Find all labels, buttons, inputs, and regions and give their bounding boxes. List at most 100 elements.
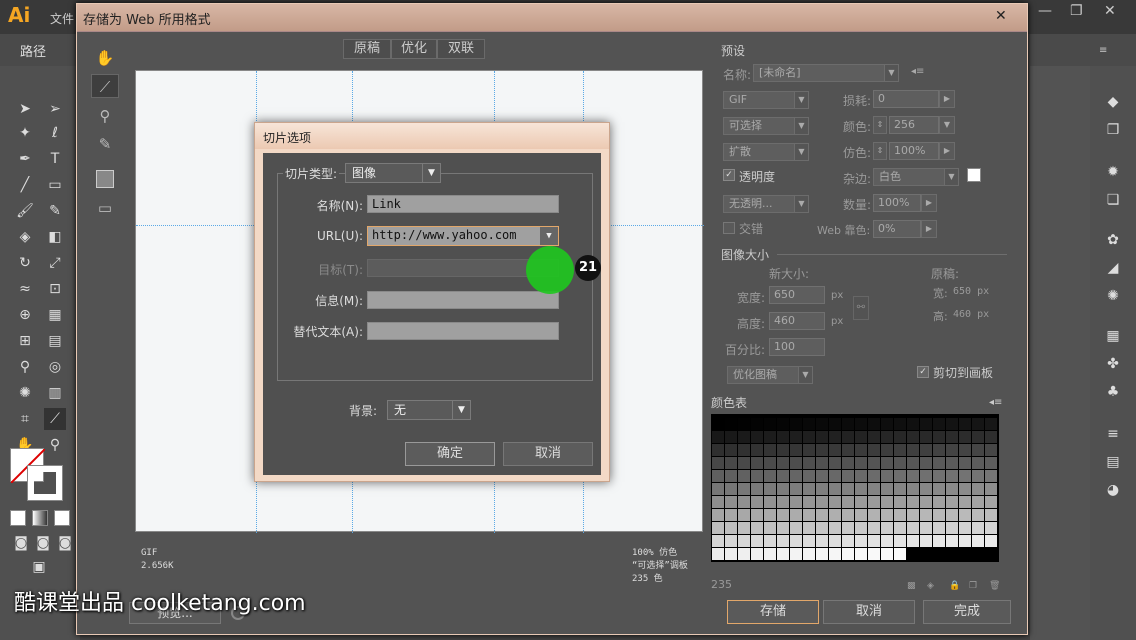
tab-optimized[interactable]: 优化	[391, 39, 437, 59]
color-swatch[interactable]	[920, 535, 932, 547]
color-swatch[interactable]	[907, 418, 919, 430]
color-swatch[interactable]	[972, 496, 984, 508]
graphic-styles-icon[interactable]: ❏	[1101, 192, 1125, 214]
color-swatch[interactable]	[738, 470, 750, 482]
color-swatch[interactable]	[946, 418, 958, 430]
menu-file[interactable]: 文件	[50, 10, 74, 27]
color-swatch[interactable]	[920, 457, 932, 469]
color-swatch[interactable]	[894, 548, 906, 560]
color-swatch[interactable]	[764, 483, 776, 495]
color-swatch[interactable]	[803, 457, 815, 469]
color-swatch[interactable]	[946, 496, 958, 508]
color-swatch[interactable]	[751, 418, 763, 430]
color-swatch[interactable]	[803, 418, 815, 430]
color-swatch[interactable]	[907, 444, 919, 456]
color-swatch[interactable]	[725, 444, 737, 456]
color-swatch[interactable]	[738, 444, 750, 456]
direct-selection-tool-icon[interactable]: ➢	[44, 98, 66, 120]
color-swatch[interactable]	[894, 483, 906, 495]
color-swatch[interactable]	[777, 457, 789, 469]
color-swatch[interactable]	[777, 431, 789, 443]
eyedropper-icon[interactable]: ⚲	[14, 356, 36, 378]
color-swatch[interactable]	[907, 496, 919, 508]
color-swatch[interactable]	[777, 496, 789, 508]
color-swatch[interactable]	[972, 431, 984, 443]
color-swatch[interactable]	[790, 535, 802, 547]
zoom-tool-icon[interactable]: ⚲	[91, 104, 119, 128]
color-swatch[interactable]	[725, 535, 737, 547]
color-swatch[interactable]	[738, 483, 750, 495]
cancel-button[interactable]: 取消	[823, 600, 915, 624]
color-swatch[interactable]	[777, 483, 789, 495]
color-swatch[interactable]	[777, 548, 789, 560]
color-swatch[interactable]	[764, 431, 776, 443]
blob-brush-icon[interactable]: ◈	[14, 226, 36, 248]
color-swatch[interactable]	[946, 522, 958, 534]
graph-tool-icon[interactable]: ▥	[44, 382, 66, 404]
color-swatch[interactable]	[725, 522, 737, 534]
color-swatch[interactable]	[920, 522, 932, 534]
color-swatch[interactable]	[751, 470, 763, 482]
slice-message-field[interactable]	[367, 291, 559, 309]
quality-select[interactable]: 优化图稿 ▼	[727, 366, 813, 384]
color-swatch[interactable]	[712, 457, 724, 469]
line-tool-icon[interactable]: ╱	[14, 174, 36, 196]
color-swatch[interactable]	[829, 483, 841, 495]
color-icon[interactable]: ◢	[1101, 260, 1125, 282]
color-swatch[interactable]	[868, 522, 880, 534]
lock-color-icon[interactable]: 🔒	[949, 581, 963, 593]
color-swatch[interactable]	[894, 444, 906, 456]
dither-field[interactable]: 100%	[889, 142, 939, 160]
rectangle-tool-icon[interactable]: ▭	[44, 174, 66, 196]
transparency-icon[interactable]: ◕	[1101, 482, 1125, 504]
none-mode-icon[interactable]	[54, 510, 70, 526]
color-swatch[interactable]	[842, 483, 854, 495]
color-swatch[interactable]	[842, 444, 854, 456]
color-swatch[interactable]	[829, 444, 841, 456]
color-swatch[interactable]	[959, 483, 971, 495]
color-table[interactable]	[711, 414, 999, 562]
color-swatch[interactable]	[907, 431, 919, 443]
close-button[interactable]: ✕	[1104, 3, 1116, 19]
color-swatch[interactable]	[933, 483, 945, 495]
lossy-arrow-icon[interactable]: ▶	[939, 90, 955, 108]
color-swatch[interactable]	[959, 522, 971, 534]
color-swatch[interactable]	[712, 444, 724, 456]
preset-menu-icon[interactable]: ◂≡	[911, 66, 924, 77]
brushes-icon[interactable]: ✺	[1101, 288, 1125, 310]
color-swatch[interactable]	[881, 444, 893, 456]
slice-cancel-button[interactable]: 取消	[503, 442, 593, 466]
color-swatch[interactable]	[933, 496, 945, 508]
color-swatch[interactable]	[738, 509, 750, 521]
color-swatch[interactable]	[738, 535, 750, 547]
slice-background-select[interactable]: 无 ▼	[387, 400, 471, 420]
reduction-select[interactable]: 可选择 ▼	[723, 117, 809, 135]
color-swatch[interactable]	[725, 496, 737, 508]
color-swatch[interactable]	[790, 418, 802, 430]
dither-stepper-icon[interactable]: ⇕	[873, 142, 887, 160]
type-tool-icon[interactable]: T	[44, 148, 66, 170]
color-swatch[interactable]	[751, 535, 763, 547]
color-swatch[interactable]	[855, 509, 867, 521]
color-swatch[interactable]	[868, 431, 880, 443]
free-transform-icon[interactable]: ⊡	[44, 278, 66, 300]
format-select[interactable]: GIF ▼	[723, 91, 809, 109]
color-swatch[interactable]	[764, 418, 776, 430]
appearance-icon[interactable]: ✹	[1101, 164, 1125, 186]
color-swatch[interactable]	[790, 457, 802, 469]
color-swatch[interactable]	[816, 431, 828, 443]
color-swatch[interactable]	[855, 535, 867, 547]
amount-field[interactable]: 100%	[873, 194, 921, 212]
delete-color-icon[interactable]: 🗑	[989, 581, 1003, 593]
dialog-close-icon[interactable]: ✕	[995, 8, 1007, 24]
color-swatch[interactable]	[803, 483, 815, 495]
color-swatch[interactable]	[920, 496, 932, 508]
color-swatch[interactable]	[777, 522, 789, 534]
eraser-icon[interactable]: ◧	[44, 226, 66, 248]
color-swatch[interactable]	[894, 418, 906, 430]
color-swatch[interactable]	[985, 535, 997, 547]
dither-algorithm-select[interactable]: 扩散 ▼	[723, 143, 809, 161]
matte-select[interactable]: 白色 ▼	[873, 168, 959, 186]
color-swatch[interactable]	[868, 496, 880, 508]
minimize-button[interactable]: —	[1038, 3, 1052, 19]
